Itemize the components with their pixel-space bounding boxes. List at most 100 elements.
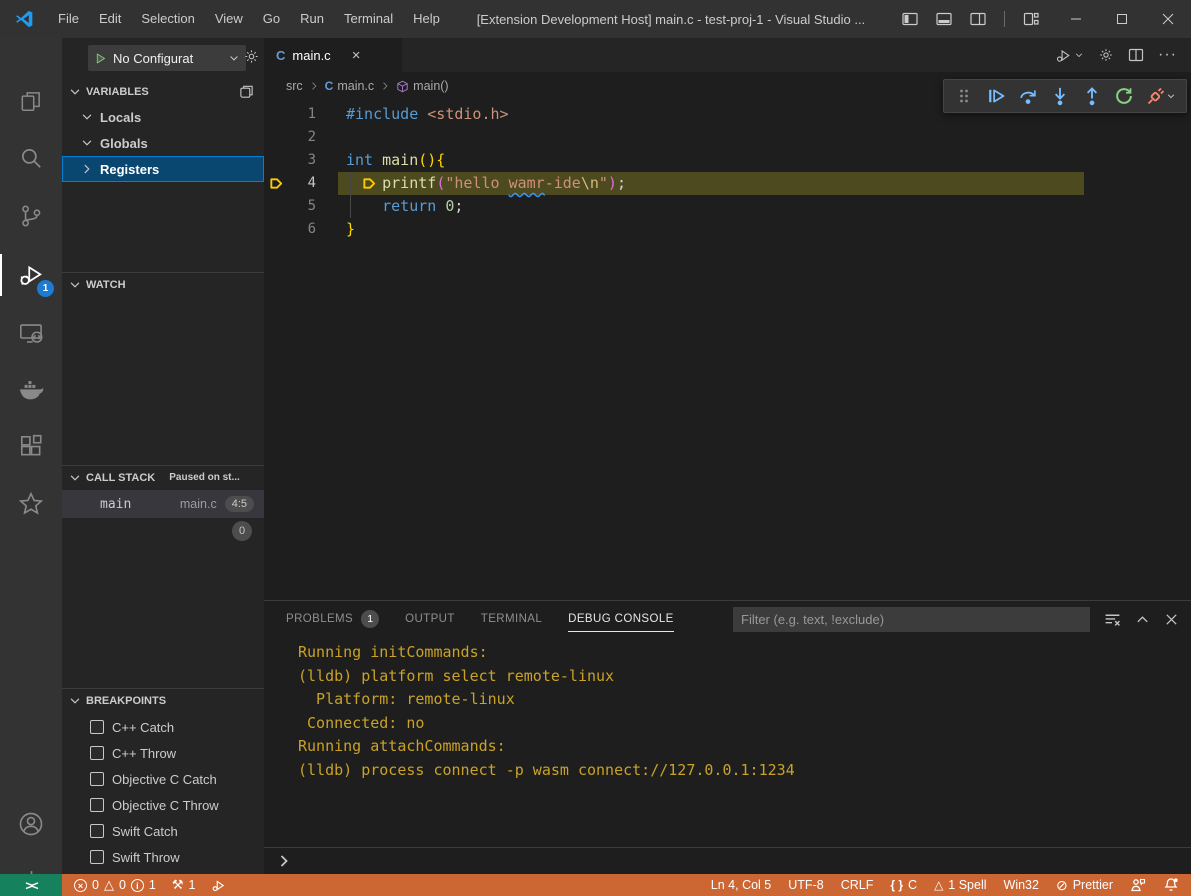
breakpoint-row[interactable]: C++ Throw (62, 740, 264, 766)
breakpoint-checkbox[interactable] (90, 824, 104, 838)
line-number[interactable]: 2 (282, 126, 316, 149)
code-line-2[interactable]: 2 (264, 126, 1191, 149)
maximize-button[interactable] (1099, 0, 1145, 38)
status-spell-checker[interactable]: △1 Spell (934, 878, 986, 892)
copy-value-icon[interactable] (239, 84, 254, 99)
close-tab-icon[interactable]: × (352, 48, 361, 63)
split-editor-icon[interactable] (1128, 47, 1144, 63)
watch-section-header[interactable]: WATCH (62, 272, 264, 296)
status-encoding[interactable]: UTF-8 (788, 878, 823, 892)
line-number[interactable]: 4 (282, 172, 316, 195)
call-stack-section-header[interactable]: CALL STACK Paused on st... (62, 465, 264, 489)
status-formatter[interactable]: ⊘Prettier (1056, 877, 1113, 894)
stack-frame-row[interactable]: main main.c 4:5 (62, 490, 264, 518)
source-control-icon[interactable] (0, 191, 62, 241)
breakpoint-label: Swift Catch (112, 824, 178, 839)
toggle-sidebar-icon[interactable] (902, 11, 918, 27)
variables-item-registers[interactable]: Registers (62, 156, 264, 182)
step-over-button[interactable] (1016, 84, 1040, 108)
panel-tab-debug-console[interactable]: DEBUG CONSOLE (568, 601, 674, 637)
code-line-3[interactable]: 3int main(){ (264, 149, 1191, 172)
debug-status-icon[interactable] (211, 878, 226, 893)
status-feedback[interactable] (1130, 877, 1146, 893)
line-number[interactable]: 5 (282, 195, 316, 218)
remote-explorer-icon[interactable] (0, 308, 62, 358)
breakpoint-row[interactable]: Swift Catch (62, 818, 264, 844)
menu-selection[interactable]: Selection (131, 0, 204, 38)
tab-main-c[interactable]: C main.c × (264, 38, 402, 72)
accounts-icon[interactable] (0, 799, 62, 849)
close-window-button[interactable] (1145, 0, 1191, 38)
toggle-panel-icon[interactable] (936, 11, 952, 27)
more-actions-icon[interactable]: ··· (1158, 46, 1177, 64)
status-cursor-position[interactable]: Ln 4, Col 5 (711, 878, 771, 892)
remote-indicator[interactable]: >< (0, 874, 62, 896)
variables-section-header[interactable]: VARIABLES (62, 80, 264, 104)
run-or-debug-button[interactable] (1055, 47, 1084, 64)
drag-handle-icon[interactable] (952, 84, 976, 108)
code-area[interactable]: 1#include <stdio.h>23int main(){4 printf… (264, 100, 1191, 600)
line-number[interactable]: 1 (282, 103, 316, 126)
breakpoints-section-header[interactable]: BREAKPOINTS (62, 688, 264, 712)
breakpoint-checkbox[interactable] (90, 720, 104, 734)
step-into-button[interactable] (1048, 84, 1072, 108)
console-filter-input[interactable] (733, 607, 1090, 632)
run-and-debug-icon[interactable]: 1 (0, 250, 62, 300)
menu-run[interactable]: Run (290, 0, 334, 38)
status-notifications[interactable] (1163, 877, 1179, 893)
panel-tab-output[interactable]: OUTPUT (405, 601, 455, 637)
maximize-panel-icon[interactable] (1135, 612, 1150, 627)
breadcrumb-item[interactable]: Cmain.c (325, 79, 375, 93)
problems-status[interactable]: × 0 △ 0 i 1 (74, 877, 156, 893)
editor-settings-gear-icon[interactable] (1098, 47, 1114, 63)
menu-edit[interactable]: Edit (89, 0, 131, 38)
breadcrumb-item[interactable]: src (286, 79, 303, 93)
toolchain-status[interactable]: ⚒ 1 (172, 877, 196, 893)
line-number[interactable]: 6 (282, 218, 316, 241)
panel-tab-problems[interactable]: PROBLEMS1 (286, 601, 379, 637)
menu-file[interactable]: File (48, 0, 89, 38)
launch-configuration-dropdown[interactable]: No Configurat (88, 45, 246, 71)
breakpoint-row[interactable]: C++ Catch (62, 714, 264, 740)
variables-item-globals[interactable]: Globals (62, 130, 264, 156)
code-line-6[interactable]: 6} (264, 218, 1191, 241)
breakpoint-row[interactable]: Objective C Catch (62, 766, 264, 792)
docker-icon[interactable] (0, 364, 62, 414)
extensions-icon[interactable] (0, 421, 62, 471)
restart-button[interactable] (1112, 84, 1136, 108)
variables-item-locals[interactable]: Locals (62, 104, 264, 130)
step-out-button[interactable] (1080, 84, 1104, 108)
breakpoint-checkbox[interactable] (90, 850, 104, 864)
line-number[interactable]: 3 (282, 149, 316, 172)
menu-terminal[interactable]: Terminal (334, 0, 403, 38)
close-panel-icon[interactable] (1164, 612, 1179, 627)
breakpoint-checkbox[interactable] (90, 772, 104, 786)
breakpoint-checkbox[interactable] (90, 746, 104, 760)
open-launch-json-gear-icon[interactable] (243, 48, 260, 65)
vscode-logo-icon[interactable] (0, 9, 48, 29)
status-platform[interactable]: Win32 (1004, 878, 1039, 892)
favorites-star-icon[interactable] (0, 479, 62, 529)
status-eol[interactable]: CRLF (841, 878, 874, 892)
breakpoint-row[interactable]: Objective C Throw (62, 792, 264, 818)
search-icon[interactable] (0, 133, 62, 183)
continue-button[interactable] (984, 84, 1008, 108)
clear-console-icon[interactable] (1104, 611, 1121, 628)
breakpoint-checkbox[interactable] (90, 798, 104, 812)
c-file-icon: C (276, 48, 285, 63)
debug-console-input-row[interactable] (264, 847, 1191, 874)
minimize-button[interactable] (1053, 0, 1099, 38)
breadcrumb-item[interactable]: main() (396, 79, 448, 93)
panel-tab-terminal[interactable]: TERMINAL (481, 601, 542, 637)
breakpoint-row[interactable]: Swift Throw (62, 844, 264, 870)
code-line-5[interactable]: 5 return 0; (264, 195, 1191, 218)
code-line-4[interactable]: 4 printf("hello wamr-ide\n"); (264, 172, 1191, 195)
menu-help[interactable]: Help (403, 0, 450, 38)
explorer-icon[interactable] (0, 76, 62, 126)
customize-layout-icon[interactable] (1023, 11, 1039, 27)
status-language-mode[interactable]: { }C (890, 878, 917, 892)
toggle-secondary-sidebar-icon[interactable] (970, 11, 986, 27)
disconnect-button[interactable] (1144, 84, 1178, 108)
menu-view[interactable]: View (205, 0, 253, 38)
menu-go[interactable]: Go (253, 0, 290, 38)
